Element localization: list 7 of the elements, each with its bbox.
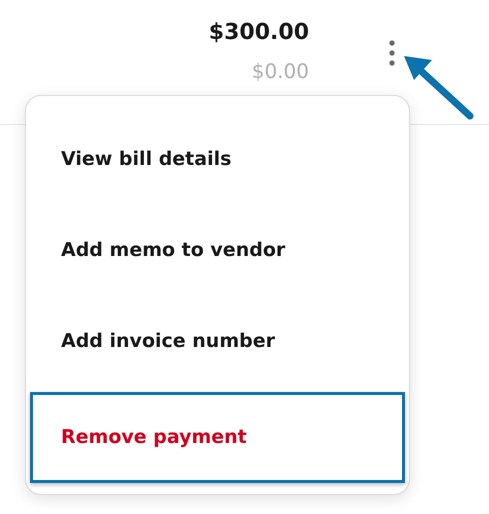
paid-amount: $0.00 bbox=[252, 58, 309, 85]
menu-item[interactable]: View bill details bbox=[30, 114, 405, 205]
total-amount: $300.00 bbox=[208, 19, 309, 47]
menu-item[interactable]: Add memo to vendor bbox=[30, 205, 405, 296]
menu-item[interactable]: Remove payment bbox=[30, 392, 405, 483]
more-options-icon bbox=[389, 40, 395, 66]
menu-item[interactable]: Add invoice number bbox=[30, 296, 405, 387]
